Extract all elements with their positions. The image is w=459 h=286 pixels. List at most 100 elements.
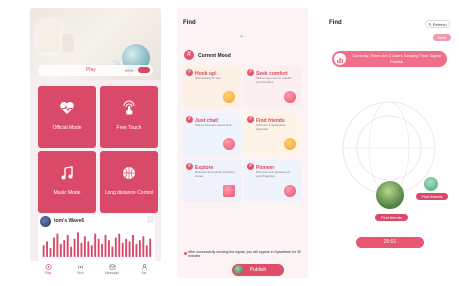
official-mode-button[interactable]: Official Mode [38, 86, 96, 148]
heart-pulse-icon [60, 102, 74, 114]
page-title: Find [183, 20, 196, 26]
find-radar-screen: Find ↻ Refresh New Currently, There Are … [323, 8, 454, 278]
wave-bar [97, 238, 100, 257]
header-photo [30, 8, 161, 90]
wave-bar [108, 240, 110, 257]
mood-card-seek-comfort[interactable]: # Seek comfort Talk to someone to resolv… [244, 66, 302, 108]
heart-icon [284, 185, 296, 197]
user-avatar[interactable] [375, 180, 405, 210]
find-mood-screen: Find ⌄ # Current Mood # Hook up! Just lo… [177, 8, 308, 278]
mood-card-desc: Talk to someone to resolve your troubles [256, 76, 292, 84]
tab-play[interactable]: Play [38, 264, 58, 275]
long-distance-control-button[interactable]: Long distance Control [100, 151, 158, 213]
refresh-button[interactable]: ↻ Refresh [425, 20, 450, 28]
wave-bar [90, 245, 93, 257]
long-distance-control-label: Long distance Control [104, 190, 154, 196]
wave-bar [87, 241, 90, 257]
banner-text: Currently, There Are 2 Users Sending The… [352, 53, 441, 64]
wave-bar [128, 241, 131, 257]
user-avatar[interactable] [423, 176, 439, 192]
touch-icon [123, 100, 135, 115]
wave-bar [145, 245, 148, 257]
wave-bar [46, 241, 49, 257]
user-icon [141, 264, 147, 270]
new-badge[interactable]: New [433, 34, 451, 41]
wave-bar [80, 242, 83, 257]
wave-bar [49, 247, 52, 257]
wave-bar [42, 245, 45, 257]
wave-bar [111, 246, 114, 257]
hashtag-icon: # [186, 116, 193, 123]
play-toggle[interactable] [138, 67, 150, 73]
tab-me[interactable]: Me [134, 264, 154, 275]
avatar [234, 265, 243, 274]
mood-card-hook-up[interactable]: # Hook up! Just looking for sex [183, 66, 241, 108]
wave-bar [132, 234, 134, 257]
wave-bar [53, 237, 55, 257]
chart-icon [334, 53, 346, 65]
wave-bar [118, 233, 121, 257]
tab-play-label: Play [44, 271, 52, 275]
wave-bar [56, 233, 59, 257]
hashtag-icon: # [184, 50, 194, 60]
section-title: Current Mood [198, 53, 231, 59]
wave-bar [135, 244, 138, 257]
play-icon [45, 264, 51, 270]
page-title: Find [329, 20, 342, 26]
tab-message-label: Message [104, 271, 120, 275]
emoji-icon [223, 91, 235, 103]
signal-icon [77, 265, 83, 269]
wave-options-icon[interactable] [147, 216, 154, 223]
music-note-icon [61, 166, 73, 180]
notice-text: After successfully sending the signal, y… [188, 250, 301, 259]
official-mode-label: Official Mode [52, 125, 82, 131]
mood-card-explore[interactable]: # Explore Discover and unlock sensitive … [183, 160, 241, 202]
tab-me-label: Me [141, 271, 147, 275]
wave-bar [142, 236, 145, 257]
new-label: New [437, 35, 446, 40]
tab-find[interactable]: Find [70, 264, 90, 275]
wave-bar [94, 233, 97, 257]
wave-title: tom's Wave6 [54, 218, 85, 224]
free-touch-button[interactable]: Free Touch [100, 86, 158, 148]
wave-bar [114, 237, 117, 257]
wave-bar [149, 238, 152, 257]
find-friends-tag[interactable]: Find friends [375, 214, 408, 221]
wave-bar [59, 244, 62, 257]
play-screen: Play 99% Official Mode Free Touch Music … [30, 8, 161, 278]
chevron-down-icon[interactable]: ⌄ [239, 32, 244, 39]
free-touch-label: Free Touch [116, 125, 142, 131]
wave-bars [42, 232, 152, 257]
heart-icon [223, 138, 235, 150]
wave-bar [83, 236, 86, 257]
wave-bar [77, 232, 79, 257]
wave-bar [73, 238, 76, 257]
hashtag-icon: # [247, 163, 254, 170]
mood-card-just-chat[interactable]: # Just chat! Talk to someone about love [183, 113, 241, 155]
wave-bar [66, 234, 69, 257]
notice-dot [184, 252, 187, 255]
mood-card-pioneer[interactable]: # Pioneer Discover new pleasure at your … [244, 160, 302, 202]
wave-bar [70, 246, 73, 257]
basketball-icon [123, 167, 135, 179]
avatar [40, 216, 51, 227]
tab-find-label: Find [76, 271, 84, 275]
mood-card-desc: Talk to someone about love [195, 123, 232, 127]
hashtag-icon: # [247, 116, 254, 123]
mood-card-desc: Summon a Spacetime playmate [256, 123, 286, 131]
candle-image [38, 22, 60, 52]
wave-bar [104, 234, 107, 257]
candle-image-small [62, 34, 74, 52]
wave-bar [121, 242, 124, 257]
hashtag-icon: # [186, 163, 193, 170]
tab-message[interactable]: Message [102, 264, 122, 275]
mood-card-find-friends[interactable]: # Find friends Summon a Spacetime playma… [244, 113, 302, 155]
refresh-icon: ↻ [428, 22, 432, 27]
wave-bar [125, 238, 128, 257]
countdown-timer: 25:01 [356, 237, 424, 248]
wave-bar [101, 244, 104, 257]
mood-card-desc: Just looking for sex [195, 76, 221, 80]
play-percent: 99% [125, 67, 134, 73]
music-mode-button[interactable]: Music Mode [38, 151, 96, 213]
find-friends-tag[interactable]: Find friends [416, 193, 448, 200]
